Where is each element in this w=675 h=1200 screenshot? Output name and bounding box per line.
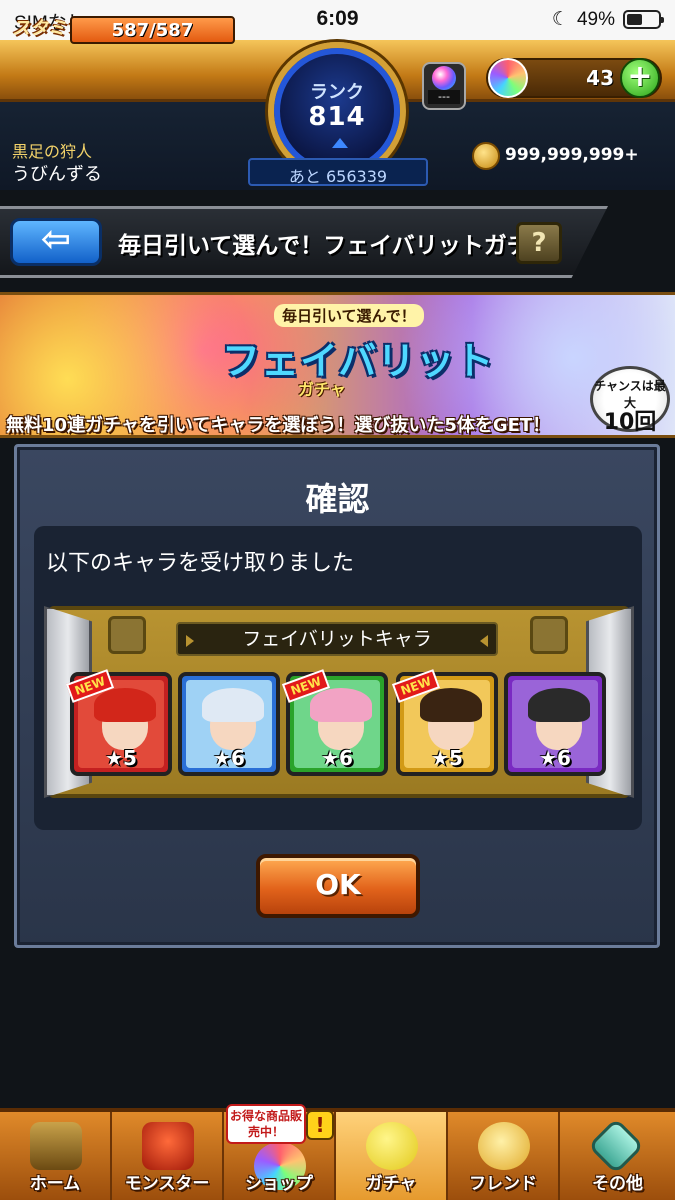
reward-label: フェイバリットキャラ <box>176 622 498 656</box>
home-icon <box>30 1122 82 1170</box>
speed-orb-icon <box>432 66 456 90</box>
character-card[interactable]: ★6 <box>504 672 606 776</box>
stamina-bar[interactable]: 587/587 <box>70 16 235 44</box>
exp-remaining: あと 656339 <box>248 158 428 186</box>
character-rarity: ★6 <box>213 746 245 770</box>
nav-shop-label: ショップ <box>245 1174 313 1194</box>
gacha-icon <box>366 1122 418 1170</box>
reward-slot-right <box>530 616 568 654</box>
dialog-message: 以下のキャラを受け取りました <box>46 551 355 576</box>
moon-icon: ☾ <box>551 9 569 30</box>
banner-kicker: 毎日引いて選んで！ <box>274 304 424 327</box>
ok-button[interactable]: OK <box>256 854 420 918</box>
nav-gacha[interactable]: ガチャ <box>336 1112 448 1200</box>
character-rarity: ★6 <box>539 746 571 770</box>
orb-icon <box>488 58 528 98</box>
character-rarity: ★5 <box>431 746 463 770</box>
rank-arrow-icon <box>332 138 348 148</box>
shop-alert-icon: ! <box>306 1110 334 1140</box>
character-card[interactable]: ★6 <box>178 672 280 776</box>
nav-friend-label: フレンド <box>469 1174 537 1194</box>
character-hair <box>202 688 264 722</box>
nav-home-label: ホーム <box>29 1174 81 1194</box>
shop-sale-badge: お得な商品販売中！ <box>226 1104 306 1144</box>
nav-other-label: その他 <box>592 1174 643 1194</box>
character-hair <box>528 688 590 722</box>
nav-other[interactable]: その他 <box>560 1112 675 1200</box>
orb-count: 43 <box>586 66 614 90</box>
character-rarity: ★6 <box>321 746 353 770</box>
banner-logo: フェイバリット <box>222 339 495 383</box>
dialog-title: 確認 <box>305 480 370 518</box>
chance-label: チャンスは最大 <box>594 379 666 410</box>
chance-count: 10回 <box>603 410 657 435</box>
player-title: 黒足の狩人 <box>12 142 93 161</box>
nav-gacha-label: ガチャ <box>365 1174 417 1194</box>
character-hair <box>94 688 156 722</box>
character-rarity: ★5 <box>105 746 137 770</box>
coin-icon <box>472 142 500 170</box>
nav-monster[interactable]: モンスター <box>112 1112 224 1200</box>
speed-value: --- <box>428 90 460 104</box>
battery-percent: 49% <box>576 8 615 30</box>
battery-icon <box>623 10 664 29</box>
stamina-value: 587/587 <box>111 20 194 41</box>
character-hair <box>310 688 372 722</box>
monster-icon <box>142 1122 194 1170</box>
nav-friend[interactable]: フレンド <box>448 1112 560 1200</box>
player-name: うびんずる <box>12 164 102 185</box>
coin-value: 999,999,999+ <box>505 145 639 165</box>
status-right: ☾ 49% <box>551 8 664 31</box>
other-diamond-icon <box>587 1117 645 1175</box>
rank-label: ランク <box>310 82 364 103</box>
chance-badge: チャンスは最大 10回 <box>590 366 670 435</box>
rank-value: 814 <box>308 102 366 132</box>
nav-home[interactable]: ホーム <box>0 1112 112 1200</box>
banner-tagline: 無料10連ガチャを引いてキャラを選ぼう！選び抜いた5体をGET！ <box>6 415 551 436</box>
nav-monster-label: モンスター <box>124 1174 210 1194</box>
reward-slot-left <box>108 616 146 654</box>
back-button[interactable]: ⇦ <box>10 218 102 266</box>
friend-icon <box>478 1122 530 1170</box>
speed-up-icon[interactable]: --- <box>422 62 466 110</box>
help-button[interactable]: ? <box>516 222 562 264</box>
character-hair <box>420 688 482 722</box>
buy-orb-button[interactable]: + <box>620 58 660 98</box>
banner-logo-sub: ガチャ <box>298 380 346 399</box>
page-title: 毎日引いて選んで！フェイバリットガチャ <box>118 233 553 259</box>
